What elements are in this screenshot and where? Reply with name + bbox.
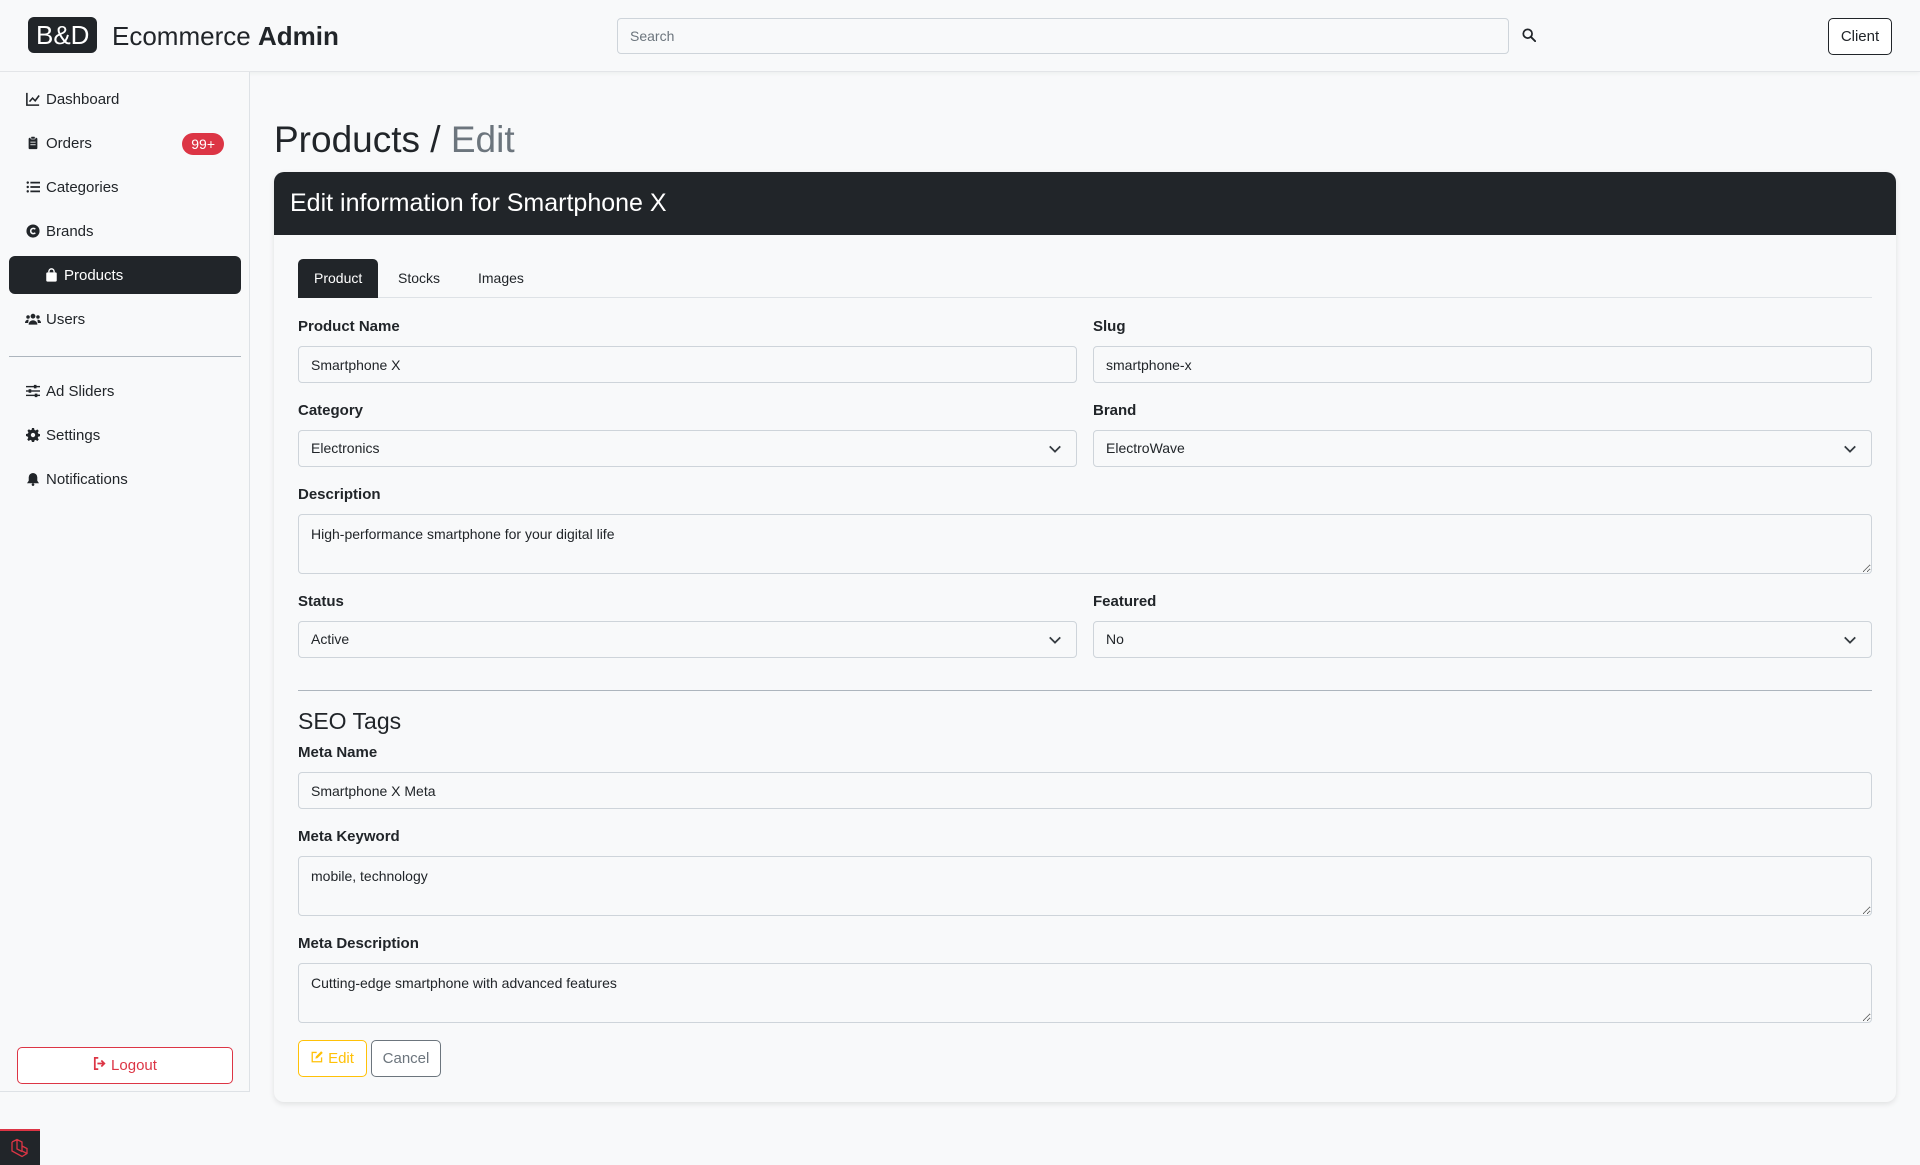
tab-bar: Product Stocks Images — [298, 259, 1872, 298]
chevron-down-icon — [1049, 636, 1061, 644]
sidebar-item-dashboard[interactable]: Dashboard — [9, 80, 241, 118]
logout-label: Logout — [111, 1057, 157, 1074]
sidebar-item-label: Ad Sliders — [46, 382, 115, 400]
featured-select-value: No — [1106, 631, 1124, 647]
sidebar-item-label: Users — [46, 310, 86, 328]
sidebar-item-products[interactable]: Products — [9, 256, 241, 294]
sidebar-item-label: Categories — [46, 178, 119, 196]
seo-tags-heading: SEO Tags — [298, 708, 402, 734]
brand-title[interactable]: Ecommerce Admin — [112, 20, 339, 52]
sidebar-item-users[interactable]: Users — [9, 300, 241, 338]
sidebar-item-orders[interactable]: Orders 99+ — [9, 124, 241, 162]
search-button[interactable] — [1518, 24, 1540, 46]
status-label: Status — [298, 593, 344, 610]
tab-images[interactable]: Images — [462, 259, 540, 298]
sidebar-item-label: Brands — [46, 222, 94, 240]
category-select-value: Electronics — [311, 440, 380, 456]
brand-select-value: ElectroWave — [1106, 440, 1185, 456]
sliders-icon — [25, 383, 41, 399]
page-title-main: Products / — [274, 119, 441, 160]
sidebar-item-label: Notifications — [46, 470, 128, 488]
sidebar-item-label: Settings — [46, 426, 101, 444]
top-navbar: B&D Ecommerce Admin Client — [0, 0, 1920, 72]
edit-icon — [311, 1050, 324, 1067]
sidebar-item-settings[interactable]: Settings — [9, 416, 241, 454]
client-button[interactable]: Client — [1828, 18, 1892, 55]
status-select-value: Active — [311, 631, 350, 647]
card-header: Edit information for Smartphone X — [274, 172, 1896, 235]
page-title: Products / Edit — [274, 118, 515, 162]
chevron-down-icon — [1844, 636, 1856, 644]
edit-label: Edit — [328, 1050, 354, 1067]
logout-button[interactable]: Logout — [17, 1047, 233, 1084]
edit-product-card: Edit information for Smartphone X Produc… — [274, 172, 1896, 1102]
bell-icon — [25, 471, 41, 487]
sidebar-item-label: Products — [64, 266, 124, 284]
sign-out-icon — [93, 1057, 107, 1074]
meta-name-label: Meta Name — [298, 744, 378, 761]
sidebar-divider — [9, 356, 241, 357]
orders-count-badge: 99+ — [182, 133, 224, 155]
featured-select[interactable]: No — [1093, 621, 1872, 658]
category-label: Category — [298, 402, 364, 419]
meta-description-label: Meta Description — [298, 935, 419, 952]
sidebar-item-categories[interactable]: Categories — [9, 168, 241, 206]
sidebar-item-notifications[interactable]: Notifications — [9, 460, 241, 498]
edit-button[interactable]: Edit — [298, 1040, 367, 1077]
gear-icon — [25, 427, 41, 443]
tab-stocks[interactable]: Stocks — [382, 259, 456, 298]
page-title-sub: Edit — [450, 119, 515, 160]
users-icon — [25, 311, 41, 327]
product-name-label: Product Name — [298, 318, 400, 335]
brand-title-bold: Admin — [257, 21, 339, 51]
brand-logo[interactable]: B&D — [28, 17, 98, 53]
brand-title-regular: Ecommerce — [112, 21, 251, 51]
tab-product[interactable]: Product — [298, 259, 379, 298]
chart-line-icon — [25, 91, 41, 107]
debugbar-icon[interactable] — [0, 1129, 40, 1165]
slug-field[interactable] — [1093, 346, 1872, 383]
meta-keyword-label: Meta Keyword — [298, 828, 400, 845]
slug-label: Slug — [1093, 318, 1126, 335]
meta-name-field[interactable] — [298, 772, 1872, 809]
list-icon — [25, 179, 41, 195]
status-select[interactable]: Active — [298, 621, 1077, 658]
chevron-down-icon — [1844, 445, 1856, 453]
sidebar-item-brands[interactable]: Brands — [9, 212, 241, 250]
description-textarea[interactable]: High-performance smartphone for your dig… — [298, 514, 1872, 574]
sidebar-item-label: Orders — [46, 134, 92, 152]
copyright-icon — [25, 223, 41, 239]
featured-label: Featured — [1093, 593, 1157, 610]
meta-description-textarea[interactable]: Cutting-edge smartphone with advanced fe… — [298, 963, 1872, 1023]
section-divider — [298, 690, 1872, 691]
description-label: Description — [298, 486, 381, 503]
laravel-icon — [11, 1138, 28, 1158]
sidebar-item-ad-sliders[interactable]: Ad Sliders — [9, 372, 241, 410]
search-input[interactable] — [617, 18, 1509, 54]
sidebar: Dashboard Orders 99+ Categories Brands P… — [0, 72, 250, 1092]
meta-keyword-textarea[interactable]: mobile, technology — [298, 856, 1872, 916]
sidebar-item-label: Dashboard — [46, 90, 120, 108]
brand-select[interactable]: ElectroWave — [1093, 430, 1872, 467]
chevron-down-icon — [1049, 445, 1061, 453]
cancel-button[interactable]: Cancel — [371, 1040, 441, 1077]
category-select[interactable]: Electronics — [298, 430, 1077, 467]
search-icon — [1522, 28, 1536, 42]
product-name-field[interactable] — [298, 346, 1077, 383]
clipboard-icon — [25, 135, 41, 151]
shopping-bag-icon — [43, 267, 59, 283]
brand-label: Brand — [1093, 402, 1137, 419]
